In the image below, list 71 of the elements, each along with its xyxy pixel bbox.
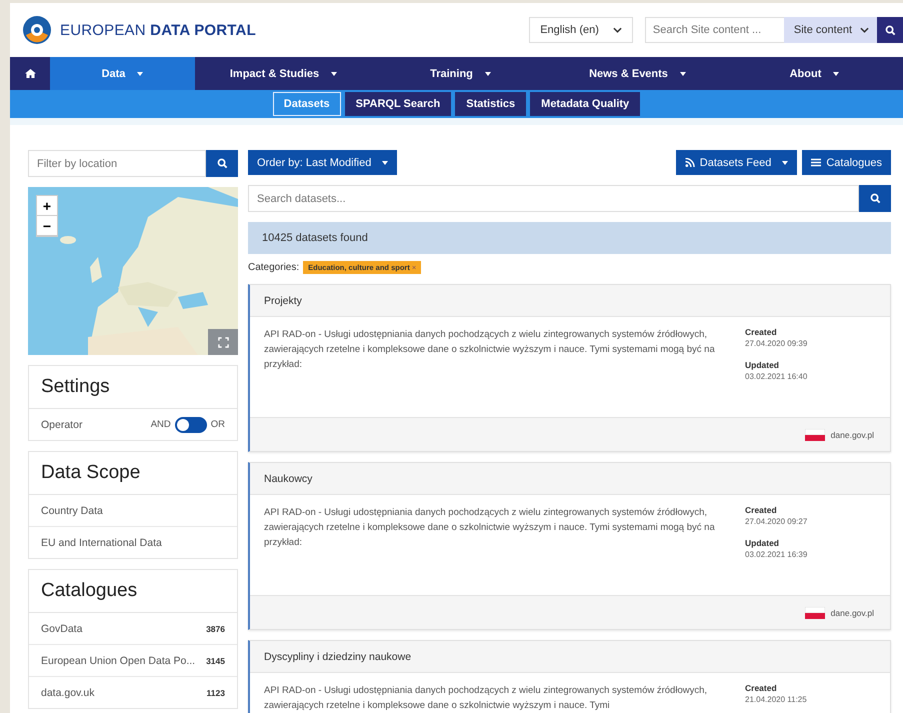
location-filter-field[interactable]: Filter by location — [28, 150, 206, 177]
created-label: Created — [745, 683, 778, 693]
created-date: 27.04.2020 09:27 — [745, 517, 808, 526]
language-select[interactable]: English (en) — [529, 17, 633, 43]
dataset-search-field[interactable]: Search datasets... — [248, 185, 859, 212]
publisher-link[interactable]: dane.gov.pl — [830, 430, 874, 440]
panel-title: Settings — [29, 366, 237, 409]
nav-menu-item[interactable]: Data — [50, 57, 195, 90]
data-scope-item[interactable]: Country Data — [29, 495, 237, 527]
catalogues-button[interactable]: Catalogues — [802, 150, 891, 175]
dataset-title[interactable]: Naukowcy — [250, 463, 890, 495]
search-button[interactable] — [859, 185, 891, 212]
home-icon — [24, 69, 36, 78]
dataset-title[interactable]: Dyscypliny i dziedziny naukowe — [250, 641, 890, 673]
list-icon — [811, 158, 822, 167]
subnav-tab[interactable]: SPARQL Search — [344, 92, 452, 116]
rss-icon — [684, 158, 695, 167]
nav-menu-item[interactable]: Training — [372, 57, 549, 90]
dataset-title[interactable]: Projekty — [250, 285, 890, 317]
fullscreen-icon — [218, 336, 228, 348]
created-date: 21.04.2020 11:25 — [745, 695, 808, 704]
data-scope-item[interactable]: EU and International Data — [29, 527, 237, 558]
updated-date: 03.02.2021 16:39 — [745, 550, 808, 559]
updated-date: 03.02.2021 16:40 — [745, 372, 808, 381]
search-button[interactable] — [206, 150, 238, 177]
dataset-description: API RAD-on - Usługi udostępniania danych pochodzących z wielu zintegrowanych systemów źródłowych, zawierających rzetelne i kompleksowe dane o szkolnictwie wyższym i nauce. Tymi — [264, 684, 708, 713]
catalogue-item[interactable]: data.gov.uk — [41, 686, 95, 698]
search-scope-select[interactable]: Site content — [784, 17, 877, 43]
dataset-description: API RAD-on - Usługi udostępniania danych pochodzących z wielu zintegrowanych systemów źródłowych, zawierających rzetelne i kompleksowe dane o szkolnictwie wyższym i nauce. Tymi systemami mogą być na przykład: — [264, 328, 716, 372]
operator-label: Operator — [41, 418, 82, 430]
created-date: 27.04.2020 09:39 — [745, 339, 808, 348]
search-icon — [884, 24, 896, 36]
dataset-description: API RAD-on - Usługi udostępniania danych pochodzących z wielu zintegrowanych systemów źródłowych, zawierających rzetelne i kompleksowe dane o szkolnictwie wyższym i nauce. Tymi systemami mogą być na przykład: — [264, 506, 716, 550]
subnav-tab[interactable]: Datasets — [272, 92, 341, 116]
catalogue-count: 1123 — [206, 688, 225, 698]
created-label: Created — [745, 505, 778, 515]
order-by-button[interactable]: Order by: Last Modified — [248, 150, 398, 175]
catalogue-item[interactable]: European Union Open Data Po... — [41, 654, 196, 666]
logo-icon — [22, 15, 52, 45]
zoom-out-button[interactable]: − — [37, 216, 57, 236]
results-count-banner: 10425 datasets found — [248, 222, 891, 254]
subnav-tab[interactable]: Metadata Quality — [530, 92, 640, 116]
panel-title: Data Scope — [29, 452, 237, 495]
nav-menu-item[interactable]: News & Events — [549, 57, 726, 90]
search-icon — [870, 193, 880, 204]
created-label: Created — [745, 327, 778, 337]
catalogue-item[interactable]: GovData — [41, 622, 82, 634]
zoom-in-button[interactable]: + — [37, 196, 57, 216]
panel-title: Catalogues — [29, 570, 237, 613]
nav-menu-item[interactable]: Impact & Studies — [195, 57, 372, 90]
updated-label: Updated — [745, 360, 780, 370]
chevron-icon — [612, 27, 622, 33]
flag-icon — [804, 428, 825, 440]
site-logo-text[interactable]: EUROPEAN DATA PORTAL — [60, 22, 256, 38]
and-option-label: AND — [150, 419, 171, 430]
search-button[interactable] — [877, 17, 903, 43]
datasets-feed-button[interactable]: Datasets Feed — [676, 150, 798, 175]
categories-label: Categories: — [248, 262, 300, 273]
or-option-label: OR — [210, 419, 225, 430]
nav-menu-item[interactable]: About — [726, 57, 903, 90]
site-search-field[interactable]: Search Site content ... — [644, 17, 784, 43]
catalogue-count: 3876 — [206, 624, 225, 634]
publisher-link[interactable]: dane.gov.pl — [830, 608, 874, 618]
chevron-icon — [860, 27, 869, 33]
operator-toggle[interactable] — [174, 416, 207, 432]
fullscreen-button[interactable] — [208, 329, 238, 355]
search-icon — [216, 158, 228, 169]
subnav-tab[interactable]: Statistics — [455, 92, 526, 116]
updated-label: Updated — [745, 538, 780, 548]
flag-icon — [804, 606, 825, 618]
catalogue-count: 3145 — [206, 656, 225, 666]
